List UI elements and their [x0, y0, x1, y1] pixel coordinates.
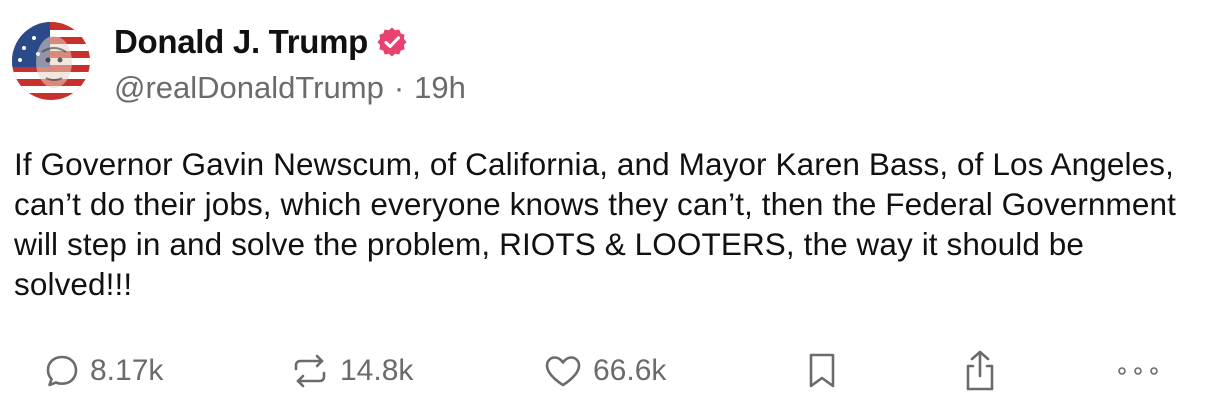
like-count: 66.6k: [593, 354, 667, 387]
post-card: Donald J. Trump @realDonaldTrump · 19h I…: [0, 0, 1216, 420]
bookmark-icon: [809, 353, 835, 388]
heart-icon: [545, 356, 581, 387]
repost-icon: [294, 354, 326, 388]
author-meta: Donald J. Trump @realDonaldTrump · 19h: [114, 20, 466, 106]
share-icon: [966, 350, 994, 391]
separator-dot: ·: [393, 70, 405, 105]
repost-button[interactable]: 14.8k: [290, 346, 413, 396]
more-icon: [1118, 367, 1158, 375]
reply-button[interactable]: 8.17k: [44, 346, 163, 396]
handle-row: @realDonaldTrump · 19h: [114, 70, 466, 106]
verified-badge-icon: [376, 26, 408, 58]
post-timestamp[interactable]: 19h: [414, 70, 466, 106]
action-bar: 8.17k 14.8k 66.6k: [0, 346, 1216, 396]
share-button[interactable]: [960, 346, 1000, 396]
author-handle[interactable]: @realDonaldTrump: [114, 70, 384, 106]
post-text: If Governor Gavin Newscum, of California…: [14, 146, 1176, 302]
avatar[interactable]: [12, 22, 90, 100]
repost-count: 14.8k: [340, 354, 414, 387]
reply-count: 8.17k: [90, 354, 164, 387]
name-row: Donald J. Trump: [114, 20, 466, 64]
avatar-image: [12, 22, 90, 100]
bookmark-button[interactable]: [806, 346, 838, 396]
more-button[interactable]: [1114, 346, 1162, 396]
reply-icon: [46, 355, 78, 387]
display-name[interactable]: Donald J. Trump: [114, 23, 368, 61]
like-button[interactable]: 66.6k: [543, 346, 666, 396]
post-header: Donald J. Trump @realDonaldTrump · 19h: [12, 20, 466, 106]
